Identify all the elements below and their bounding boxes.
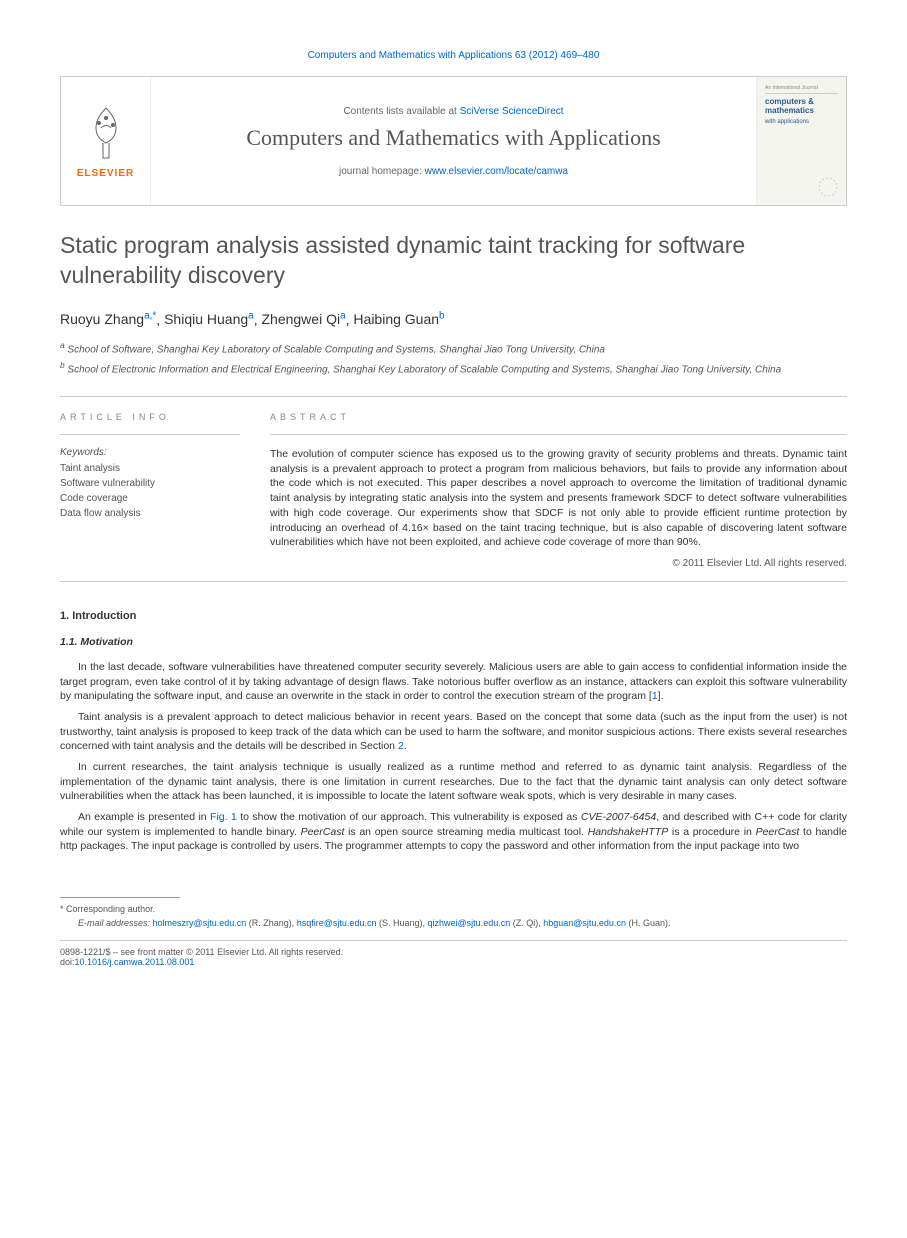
email-link-0[interactable]: holmeszry@sjtu.edu.cn bbox=[153, 918, 247, 928]
elsevier-logo: ELSEVIER bbox=[61, 77, 151, 205]
email-link-1[interactable]: hsqfire@sjtu.edu.cn bbox=[297, 918, 377, 928]
author-name-3: Haibing Guanb bbox=[353, 311, 444, 327]
affiliation-a: a School of Software, Shanghai Key Labor… bbox=[60, 339, 847, 358]
keyword-1: Software vulnerability bbox=[60, 476, 240, 491]
email-addresses: E-mail addresses: holmeszry@sjtu.edu.cn … bbox=[78, 918, 847, 928]
contents-available-text: Contents lists available at SciVerse Sci… bbox=[343, 106, 563, 117]
article-info-header: ARTICLE INFO bbox=[60, 412, 240, 422]
peercast-term-2: PeerCast bbox=[756, 826, 800, 838]
elsevier-tree-icon bbox=[81, 103, 131, 163]
affiliation-b: b School of Electronic Information and E… bbox=[60, 359, 847, 378]
info-abstract-row: ARTICLE INFO Keywords: Taint analysis So… bbox=[60, 412, 847, 569]
paragraph-2: Taint analysis is a prevalent approach t… bbox=[60, 710, 847, 754]
paragraph-3: In current researches, the taint analysi… bbox=[60, 760, 847, 804]
cover-badge-icon bbox=[818, 177, 838, 197]
paragraph-4: An example is presented in Fig. 1 to sho… bbox=[60, 810, 847, 854]
email-label: E-mail addresses: bbox=[78, 918, 150, 928]
footer: * Corresponding author. E-mail addresses… bbox=[60, 889, 847, 967]
affiliations: a School of Software, Shanghai Key Labor… bbox=[60, 339, 847, 378]
footer-divider bbox=[60, 897, 180, 898]
copyright-line: 0898-1221/$ – see front matter © 2011 El… bbox=[60, 940, 847, 957]
header-citation: Computers and Mathematics with Applicati… bbox=[60, 50, 847, 61]
cve-id: CVE-2007-6454 bbox=[581, 811, 656, 823]
journal-header-box: ELSEVIER Contents lists available at Sci… bbox=[60, 76, 847, 206]
divider bbox=[270, 434, 847, 435]
handshake-term: HandshakeHTTP bbox=[588, 826, 669, 838]
abstract-copyright: © 2011 Elsevier Ltd. All rights reserved… bbox=[270, 558, 847, 569]
sciencedirect-link[interactable]: SciVerse ScienceDirect bbox=[460, 106, 564, 117]
author-aff-link-0[interactable]: a,* bbox=[144, 311, 156, 322]
author-name-0: Ruoyu Zhanga,* bbox=[60, 311, 156, 327]
abstract-column: ABSTRACT The evolution of computer scien… bbox=[270, 412, 847, 569]
author-name-2: Zhengwei Qia bbox=[261, 311, 345, 327]
elsevier-brand-text: ELSEVIER bbox=[77, 168, 134, 179]
corresponding-author: * Corresponding author. bbox=[60, 904, 847, 914]
paragraph-1: In the last decade, software vulnerabili… bbox=[60, 660, 847, 704]
homepage-link[interactable]: www.elsevier.com/locate/camwa bbox=[425, 166, 568, 177]
journal-name: Computers and Mathematics with Applicati… bbox=[246, 125, 660, 151]
author-aff-link-3[interactable]: b bbox=[439, 311, 445, 322]
section-introduction: 1. Introduction bbox=[60, 610, 847, 622]
keyword-0: Taint analysis bbox=[60, 461, 240, 476]
email-link-2[interactable]: qizhwei@sjtu.edu.cn bbox=[428, 918, 511, 928]
peercast-term: PeerCast bbox=[301, 826, 345, 838]
keyword-3: Data flow analysis bbox=[60, 506, 240, 521]
abstract-text: The evolution of computer science has ex… bbox=[270, 447, 847, 550]
journal-center-panel: Contents lists available at SciVerse Sci… bbox=[151, 77, 756, 205]
author-aff-link-2[interactable]: a bbox=[340, 311, 346, 322]
author-name-1: Shiqiu Huanga bbox=[164, 311, 254, 327]
authors-line: Ruoyu Zhanga,*, Shiqiu Huanga, Zhengwei … bbox=[60, 311, 847, 328]
email-link-3[interactable]: hbguan@sjtu.edu.cn bbox=[543, 918, 626, 928]
homepage-prefix: journal homepage: bbox=[339, 166, 425, 177]
keywords-label: Keywords: bbox=[60, 447, 240, 458]
homepage-text: journal homepage: www.elsevier.com/locat… bbox=[339, 166, 568, 177]
journal-cover-thumbnail: An International Journal computers & mat… bbox=[756, 77, 846, 205]
keyword-2: Code coverage bbox=[60, 491, 240, 506]
divider bbox=[60, 396, 847, 397]
article-info-column: ARTICLE INFO Keywords: Taint analysis So… bbox=[60, 412, 240, 569]
contents-prefix: Contents lists available at bbox=[343, 106, 459, 117]
doi-line: doi:10.1016/j.camwa.2011.08.001 bbox=[60, 957, 847, 967]
figure-link-1[interactable]: Fig. 1 bbox=[210, 811, 237, 823]
abstract-header: ABSTRACT bbox=[270, 412, 847, 422]
divider bbox=[60, 434, 240, 435]
doi-link[interactable]: 10.1016/j.camwa.2011.08.001 bbox=[75, 957, 195, 967]
subsection-motivation: 1.1. Motivation bbox=[60, 636, 847, 648]
divider bbox=[60, 581, 847, 582]
cover-title: computers & mathematics bbox=[765, 97, 838, 115]
author-aff-link-1[interactable]: a bbox=[248, 311, 254, 322]
article-title: Static program analysis assisted dynamic… bbox=[60, 231, 847, 291]
